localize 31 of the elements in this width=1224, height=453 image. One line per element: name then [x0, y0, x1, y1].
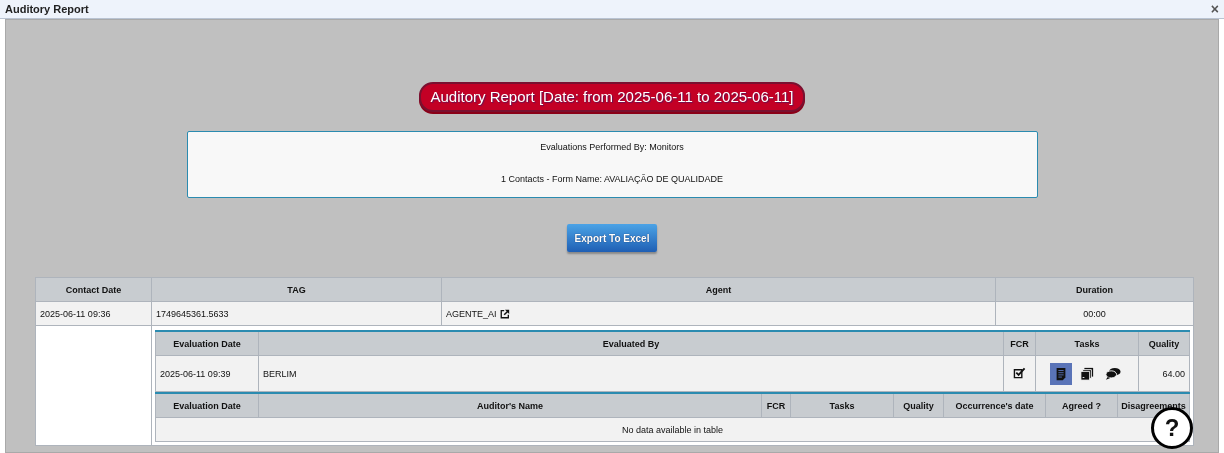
- column-header: Quality: [1138, 331, 1190, 356]
- column-header: FCR: [1003, 331, 1036, 356]
- column-header: Evaluated By: [258, 331, 1004, 356]
- close-button[interactable]: ×: [1210, 2, 1219, 16]
- column-header: Tasks: [1035, 331, 1139, 356]
- document-icon[interactable]: [1050, 362, 1072, 385]
- external-link-icon[interactable]: [499, 308, 510, 319]
- column-header: Agent: [441, 277, 996, 302]
- export-button[interactable]: Export To Excel: [567, 224, 657, 252]
- table-cell: BERLIM: [258, 355, 1004, 392]
- table-cell: 64.00: [1138, 355, 1190, 392]
- column-header: Contact Date: [35, 277, 152, 302]
- agent-link[interactable]: AGENTE_AI: [446, 308, 497, 319]
- column-header: Quality: [893, 393, 944, 418]
- info-text: Evaluations Performed By: Monitors: [540, 142, 684, 152]
- column-header: FCR: [761, 393, 791, 418]
- table-cell: 00:00: [995, 301, 1194, 326]
- table-cell: 2025-06-11 09:36: [35, 301, 152, 326]
- column-header: Duration: [995, 277, 1194, 302]
- column-header: Auditor's Name: [258, 393, 762, 418]
- column-header: Evaluation Date: [155, 393, 259, 418]
- column-header: Occurrence's date: [943, 393, 1046, 418]
- column-header: Evaluation Date: [155, 331, 259, 356]
- column-header: Tasks: [790, 393, 894, 418]
- column-header: TAG: [151, 277, 442, 302]
- info-text: 1 Contacts - Form Name: AVALIAÇÃO DE QUALIDADE: [500, 174, 724, 184]
- table-cell: 1749645361.5633: [151, 301, 442, 326]
- window-title: Auditory Report: [5, 3, 89, 15]
- report-banner: Auditory Report [Date: from 2025-06-11 to 2025-06-11]: [418, 82, 806, 112]
- column-header: Agreed ?: [1045, 393, 1118, 418]
- table-cell: 2025-06-11 09:39: [155, 355, 259, 392]
